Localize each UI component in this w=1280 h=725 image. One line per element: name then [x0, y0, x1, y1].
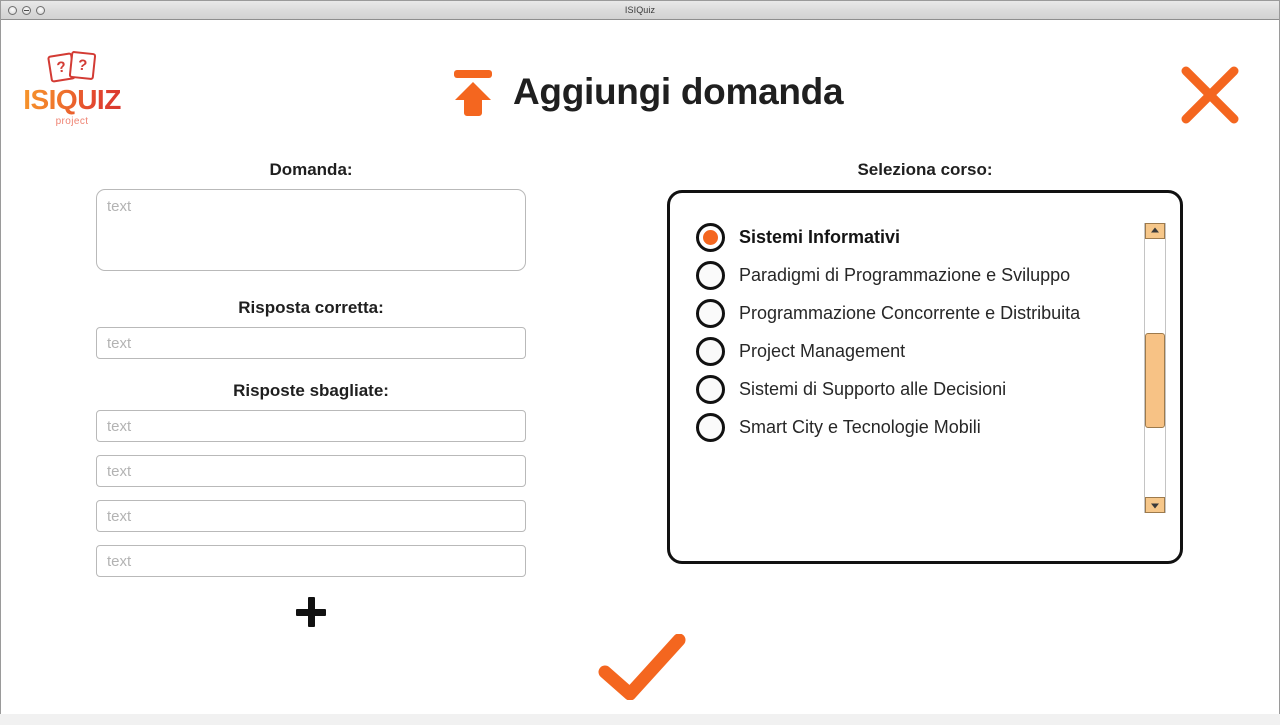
plus-icon[interactable]: [291, 592, 331, 632]
page-header: Aggiungi domanda: [451, 68, 844, 116]
logo-subtitle: project: [55, 116, 89, 127]
course-label-1: Paradigmi di Programmazione e Sviluppo: [739, 264, 1071, 285]
course-label-5: Smart City e Tecnologie Mobili: [739, 416, 981, 437]
radio-icon-1[interactable]: [696, 260, 725, 290]
radio-icon-4[interactable]: [696, 374, 725, 404]
course-item-1[interactable]: Paradigmi di Programmazione e Sviluppo: [696, 256, 1110, 294]
triangle-down-icon[interactable]: [1145, 497, 1165, 513]
application-window: ISIQuiz ? ? ISIQUIZ project Aggiungi dom…: [0, 0, 1280, 714]
course-selector: Seleziona corso: Sistemi Informativi Par…: [667, 160, 1183, 564]
app-logo: ? ? ISIQUIZ project: [19, 50, 125, 127]
course-list-panel: Sistemi Informativi Paradigmi di Program…: [667, 190, 1183, 564]
logo-question-cards-icon: ? ?: [19, 50, 125, 84]
question-form: Domanda: Risposta corretta: Risposte sba…: [96, 160, 526, 632]
correct-answer-label: Risposta corretta:: [238, 298, 384, 317]
window-minimize-button[interactable]: [22, 5, 31, 15]
window-maximize-button[interactable]: [36, 5, 45, 15]
radio-icon-2[interactable]: [696, 298, 725, 328]
radio-icon-3[interactable]: [696, 336, 725, 366]
wrong-answer-input-2[interactable]: [96, 455, 526, 487]
course-item-0[interactable]: Sistemi Informativi: [696, 218, 1110, 256]
course-item-4[interactable]: Sistemi di Supporto alle Decisioni: [696, 370, 1110, 408]
course-list-scrollbar[interactable]: [1144, 223, 1166, 513]
check-icon[interactable]: [597, 633, 687, 701]
wrong-answers-list: [96, 410, 526, 577]
app-root: ISIQuiz ? ? ISIQUIZ project Aggiungi dom…: [0, 0, 1280, 725]
question-label: Domanda:: [269, 160, 353, 179]
window-controls: [1, 5, 45, 15]
upload-arrow-icon: [451, 68, 495, 116]
course-item-5[interactable]: Smart City e Tecnologie Mobili: [696, 408, 1110, 446]
course-label-0: Sistemi Informativi: [739, 226, 901, 247]
course-selector-label: Seleziona corso:: [857, 160, 993, 179]
wrong-answer-input-3[interactable]: [96, 500, 526, 532]
course-label-3: Project Management: [739, 340, 906, 361]
logo-wordmark: ISIQUIZ: [19, 85, 125, 115]
wrong-answer-input-1[interactable]: [96, 410, 526, 442]
window-close-button[interactable]: [8, 5, 17, 15]
close-x-icon[interactable]: [1179, 64, 1241, 126]
course-list: Sistemi Informativi Paradigmi di Program…: [696, 218, 1110, 446]
title-bar: ISIQuiz: [1, 1, 1279, 20]
triangle-up-icon[interactable]: [1145, 223, 1165, 239]
wrong-answers-label: Risposte sbagliate:: [233, 381, 389, 400]
scrollbar-thumb[interactable]: [1145, 333, 1165, 428]
correct-answer-input[interactable]: [96, 327, 526, 359]
course-label-4: Sistemi di Supporto alle Decisioni: [739, 378, 1007, 399]
course-item-2[interactable]: Programmazione Concorrente e Distribuita: [696, 294, 1110, 332]
question-input[interactable]: [96, 189, 526, 271]
wrong-answer-input-4[interactable]: [96, 545, 526, 577]
course-label-2: Programmazione Concorrente e Distribuita: [739, 302, 1081, 323]
window-title: ISIQuiz: [624, 5, 656, 15]
window-content: ? ? ISIQUIZ project Aggiungi domanda Dom…: [1, 20, 1279, 714]
page-title: Aggiungi domanda: [513, 71, 844, 112]
course-item-3[interactable]: Project Management: [696, 332, 1110, 370]
radio-icon-5[interactable]: [696, 412, 725, 442]
radio-icon-0[interactable]: [696, 222, 725, 252]
logo-card-right: ?: [68, 50, 97, 81]
